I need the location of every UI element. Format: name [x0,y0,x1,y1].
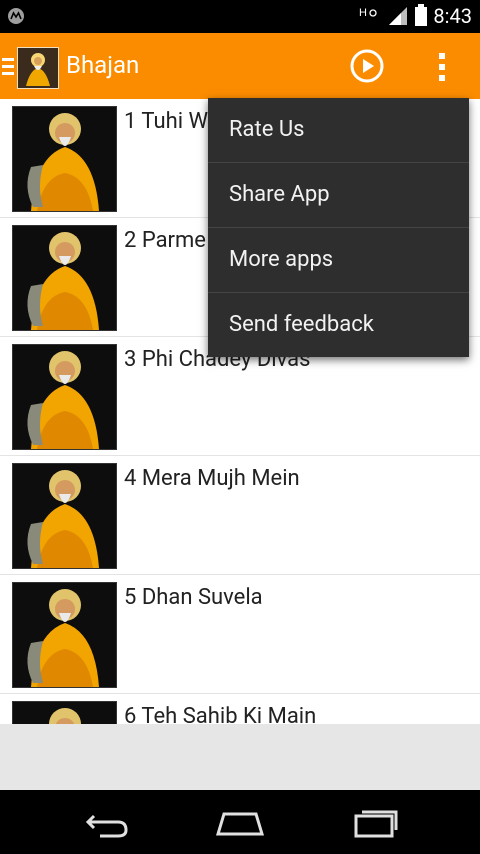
guru-thumbnail [12,106,117,212]
list-item-title: 4 Mera Mujh Mein [124,466,300,491]
list-item[interactable]: 5 Dhan Suvela [0,575,480,694]
menu-item-share-app[interactable]: Share App [208,163,469,228]
menu-item-send-feedback[interactable]: Send feedback [208,293,469,357]
motorola-logo-icon [8,8,24,24]
app-bar: Bhajan [0,33,480,99]
hd-signal-icon: H [359,5,381,29]
list-item-title: 5 Dhan Suvela [124,585,263,610]
list-item-title: 1 Tuhi W [124,109,209,134]
guru-thumbnail [12,225,117,331]
menu-item-rate-us[interactable]: Rate Us [208,98,469,163]
play-circle-icon[interactable] [350,49,384,83]
list-item-title: 2 Parme [124,228,206,253]
menu-item-more-apps[interactable]: More apps [208,228,469,293]
back-icon[interactable] [80,806,136,838]
status-time: 8:43 [433,4,472,28]
app-title: Bhajan [66,51,140,79]
more-vert-icon[interactable] [432,51,452,83]
recent-apps-icon[interactable] [346,806,402,838]
guru-thumbnail [12,582,117,688]
list-item[interactable]: 4 Mera Mujh Mein [0,456,480,575]
navigation-bar [0,790,480,854]
guru-thumbnail [12,344,117,450]
list-item[interactable]: 6 Teh Sahib Ki Main [0,694,480,724]
app-logo[interactable] [17,47,59,89]
overflow-menu: Rate Us Share App More apps Send feedbac… [208,98,469,357]
svg-text:H: H [359,7,367,19]
battery-icon [415,3,428,30]
guru-thumbnail [12,463,117,569]
home-icon[interactable] [212,806,268,838]
bottom-ad-area [0,724,480,790]
list-item-title: 6 Teh Sahib Ki Main [124,704,317,724]
cell-signal-icon [387,5,409,29]
menu-icon[interactable] [2,55,14,77]
guru-thumbnail [12,701,117,724]
status-bar: H 8:43 [0,0,480,33]
